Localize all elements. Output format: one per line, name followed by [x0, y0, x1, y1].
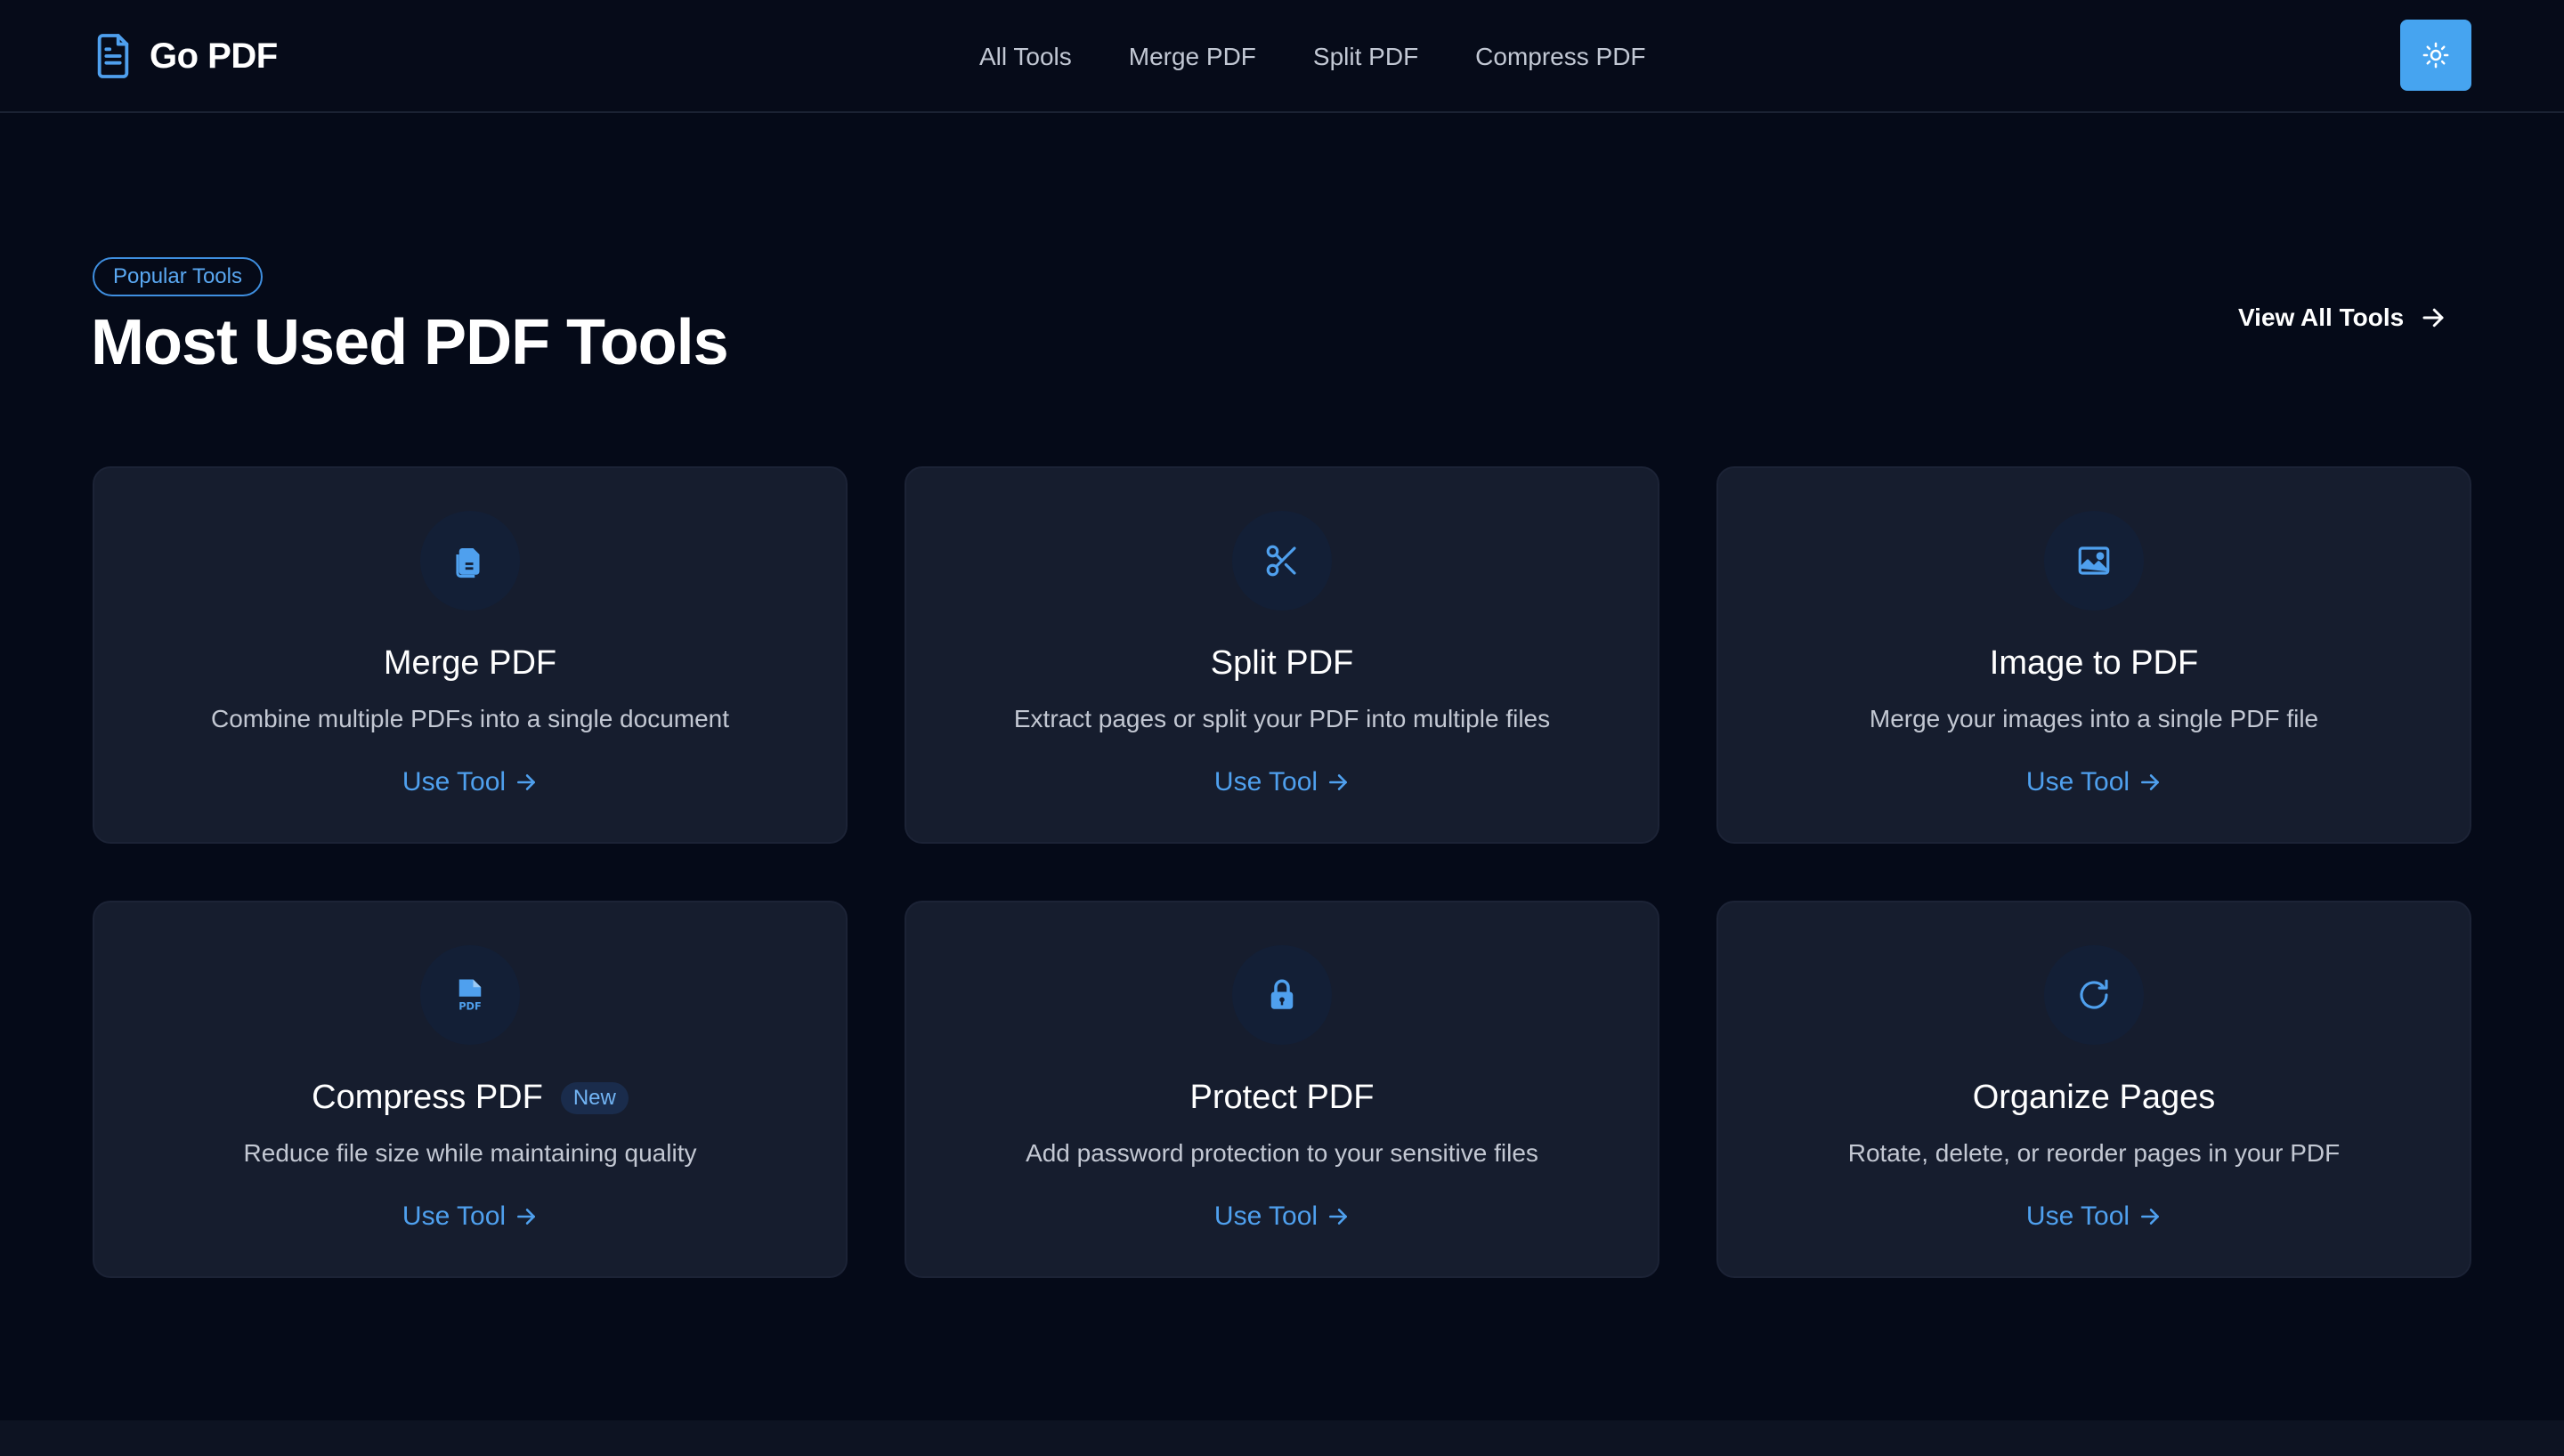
scissors-icon: [1266, 545, 1296, 577]
view-all-tools-label: View All Tools: [2238, 303, 2405, 331]
theme-toggle-button[interactable]: [2400, 20, 2471, 91]
card-description: Combine multiple PDFs into a single docu…: [210, 705, 730, 732]
files-icon: [456, 548, 480, 578]
svg-text:PDF: PDF: [458, 1000, 482, 1013]
rotate-icon: [2080, 979, 2108, 1009]
popular-tools-badge: Popular Tools: [93, 257, 263, 296]
card-icon-container: [2044, 945, 2144, 1045]
main-nav: All Tools Merge PDF Split PDF Compress P…: [979, 39, 1646, 75]
nav-item-compress-pdf[interactable]: Compress PDF: [1475, 43, 1645, 71]
card-description: Extract pages or split your PDF into mul…: [1013, 705, 1551, 732]
card-icon-container: [420, 511, 520, 611]
new-badge: New: [560, 1081, 629, 1114]
arrow-right-icon: [2141, 1209, 2160, 1225]
card-description: Reduce file size while maintaining quali…: [243, 1139, 697, 1167]
card-icon-container: [1232, 945, 1332, 1045]
card-title-row: Split PDF: [906, 644, 1658, 683]
card-title-row: Image to PDF: [1718, 644, 2470, 683]
use-tool-label: Use Tool: [402, 1201, 507, 1231]
tool-card-split-pdf[interactable]: Split PDF Extract pages or split your PD…: [905, 466, 1659, 844]
card-title: Organize Pages: [1972, 1079, 2216, 1116]
arrow-right-icon: [517, 1209, 536, 1225]
sun-icon: [2422, 42, 2449, 69]
pdf-file-icon: PDF: [458, 979, 482, 1013]
use-tool-label: Use Tool: [2025, 767, 2130, 797]
card-description: Rotate, delete, or reorder pages in your…: [1847, 1139, 2341, 1167]
use-tool-label: Use Tool: [1213, 1201, 1319, 1231]
card-title-row: Merge PDF: [94, 644, 846, 683]
card-title: Merge PDF: [383, 644, 557, 682]
card-description: Add password protection to your sensitiv…: [1026, 1139, 1538, 1167]
card-icon-container: PDF: [420, 945, 520, 1045]
arrow-right-icon: [1329, 774, 1348, 790]
nav-item-merge-pdf[interactable]: Merge PDF: [1129, 43, 1256, 71]
card-title: Protect PDF: [1189, 1079, 1375, 1116]
card-title: Compress PDF: [312, 1079, 543, 1116]
top-navbar: Go PDF All Tools Merge PDF Split PDF Com…: [0, 0, 2564, 113]
card-title-row: Organize Pages: [1718, 1079, 2470, 1117]
arrow-right-icon: [2422, 308, 2444, 328]
nav-item-split-pdf[interactable]: Split PDF: [1313, 43, 1418, 71]
use-tool-label: Use Tool: [1213, 767, 1319, 797]
use-tool-link[interactable]: Use Tool: [1718, 1201, 2470, 1232]
card-description: Merge your images into a single PDF file: [1869, 705, 2319, 732]
card-title-row: Protect PDF: [906, 1079, 1658, 1117]
view-all-tools-link[interactable]: View All Tools: [2238, 299, 2446, 336]
use-tool-link[interactable]: Use Tool: [906, 1201, 1658, 1232]
nav-item-all-tools[interactable]: All Tools: [979, 43, 1072, 71]
use-tool-label: Use Tool: [2025, 1201, 2130, 1231]
arrow-right-icon: [2141, 774, 2160, 790]
card-icon-container: [2044, 511, 2144, 611]
use-tool-link[interactable]: Use Tool: [94, 767, 846, 797]
arrow-right-icon: [517, 774, 536, 790]
footer-strip: [0, 1420, 2564, 1456]
brand-logo-link[interactable]: Go PDF: [93, 32, 278, 80]
tool-card-organize-pages[interactable]: Organize Pages Rotate, delete, or reorde…: [1716, 901, 2471, 1278]
tool-card-protect-pdf[interactable]: Protect PDF Add password protection to y…: [905, 901, 1659, 1278]
tools-grid: Merge PDF Combine multiple PDFs into a s…: [93, 466, 2471, 1278]
arrow-right-icon: [1329, 1209, 1348, 1225]
tool-card-image-to-pdf[interactable]: Image to PDF Merge your images into a si…: [1716, 466, 2471, 844]
card-title: Split PDF: [1210, 644, 1354, 682]
use-tool-link[interactable]: Use Tool: [94, 1201, 846, 1232]
use-tool-link[interactable]: Use Tool: [1718, 767, 2470, 797]
card-icon-container: [1232, 511, 1332, 611]
use-tool-label: Use Tool: [402, 767, 507, 797]
document-icon: [97, 34, 129, 78]
brand-name: Go PDF: [150, 36, 278, 76]
lock-icon: [1270, 979, 1294, 1009]
image-icon: [2078, 546, 2110, 575]
card-title: Image to PDF: [1989, 644, 2199, 682]
card-title-row: Compress PDF New: [94, 1079, 846, 1117]
section-title: Most Used PDF Tools: [91, 307, 729, 378]
tool-card-compress-pdf[interactable]: PDF Compress PDF New Reduce file size wh…: [93, 901, 848, 1278]
use-tool-link[interactable]: Use Tool: [906, 767, 1658, 797]
tool-card-merge-pdf[interactable]: Merge PDF Combine multiple PDFs into a s…: [93, 466, 848, 844]
